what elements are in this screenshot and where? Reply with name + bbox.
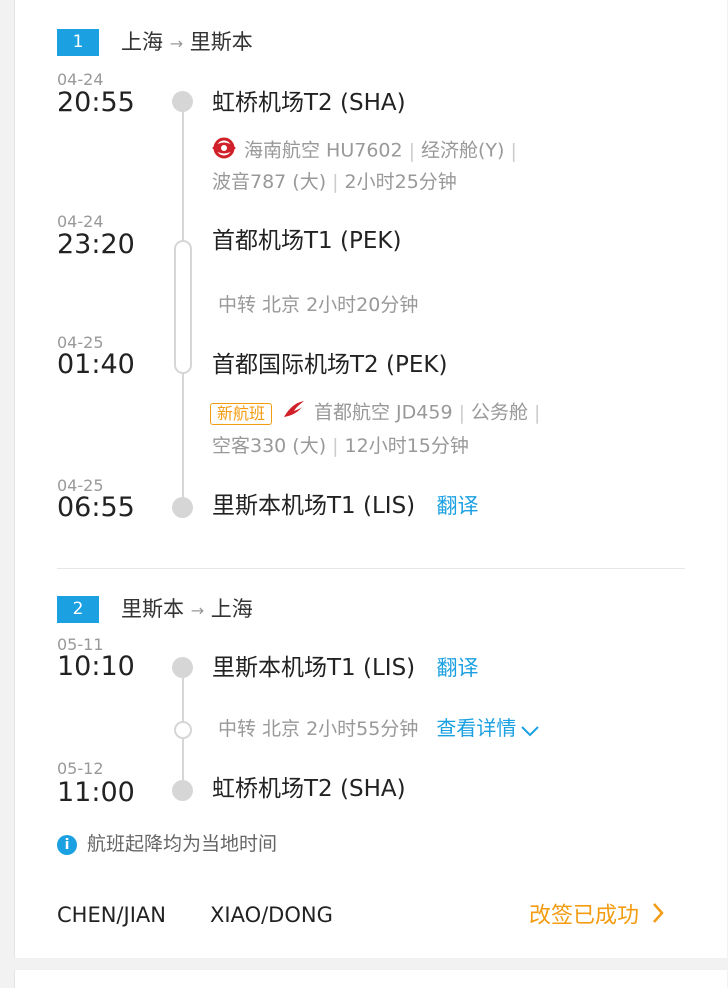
transfer-ring: [174, 721, 192, 739]
hainan-airlines-logo-icon: [210, 137, 238, 165]
transfer-info: 中转 北京 2小时20分钟: [218, 294, 419, 316]
segment-divider: [57, 568, 685, 569]
segment-2-route: 里斯本 → 上海: [121, 596, 253, 624]
local-time-note-text: 航班起降均为当地时间: [87, 833, 278, 855]
transfer-text: 中转 北京 2小时55分钟: [218, 718, 419, 740]
segment-1-route: 上海 → 里斯本: [121, 29, 253, 57]
change-status-label: 改签已成功: [529, 903, 640, 929]
arrival-time: 11:00: [57, 777, 135, 808]
next-card-edge: [14, 970, 727, 988]
segment-2-badge: 2: [57, 596, 99, 623]
route-to: 上海: [210, 597, 253, 621]
arrival-airport-name: 里斯本机场T1 (LIS): [212, 493, 416, 519]
departure-time: 10:10: [57, 651, 135, 682]
segment-1-badge: 1: [57, 29, 99, 56]
change-status-link[interactable]: 改签已成功: [529, 902, 665, 931]
flight-1-airline: 海南航空 HU7602: [244, 139, 403, 162]
view-details-label: 查看详情: [436, 716, 517, 740]
arrival-airport: 里斯本机场T1 (LIS) 翻译: [212, 491, 478, 521]
flight-1-info: 海南航空 HU7602 | 经济舱(Y) |: [210, 137, 523, 165]
departure-airport-name: 里斯本机场T1 (LIS): [212, 655, 416, 681]
route-arrow: →: [169, 34, 184, 53]
transfer-info: 中转 北京 2小时55分钟 查看详情: [218, 716, 540, 742]
timeline-dot: [172, 497, 193, 518]
chevron-right-icon: [651, 902, 665, 931]
arrival-date: 05-12: [57, 759, 104, 778]
timeline-dot: [172, 657, 193, 678]
local-time-note: i 航班起降均为当地时间: [57, 832, 277, 856]
flight-1-duration: 2小时25分钟: [344, 171, 457, 193]
info-icon: i: [57, 834, 77, 855]
departure-time: 20:55: [57, 87, 135, 118]
passenger-name: CHEN/JIAN: [57, 903, 166, 927]
timeline-dot: [172, 91, 193, 112]
flight-2-aircraft: 空客330 (大): [212, 435, 327, 457]
timeline-dot: [172, 780, 193, 801]
flight-2-duration: 12小时15分钟: [344, 435, 469, 457]
route-from: 上海: [121, 30, 163, 54]
itinerary-card: 1 上海 → 里斯本 04-24 20:55 虹桥机场T2 (SHA) 海南航空…: [14, 0, 727, 958]
translate-link[interactable]: 翻译: [436, 494, 478, 518]
arrival-time: 06:55: [57, 492, 135, 523]
capital-airlines-logo-icon: [282, 399, 306, 427]
route-from: 里斯本: [121, 597, 184, 621]
flight-2-airline: 首都航空 JD459: [314, 401, 453, 424]
flight-2-cabin: 公务舱: [470, 401, 528, 424]
departure-airport: 虹桥机场T2 (SHA): [212, 90, 406, 116]
chevron-down-icon: [520, 718, 540, 742]
arrival-time: 23:20: [57, 229, 135, 260]
view-details-link[interactable]: 查看详情: [436, 716, 540, 740]
passenger-name: XIAO/DONG: [210, 903, 333, 927]
new-flight-tag: 新航班: [210, 402, 273, 425]
flight-1-aircraft: 波音787 (大): [212, 171, 327, 193]
arrival-airport: 虹桥机场T2 (SHA): [212, 776, 406, 802]
transfer-arrival-airport: 首都机场T1 (PEK): [212, 228, 402, 254]
flight-2-info: 新航班 首都航空 JD459 | 公务舱 |: [210, 399, 546, 427]
flight-1-cabin: 经济舱(Y): [421, 139, 505, 162]
translate-link[interactable]: 翻译: [436, 656, 478, 680]
departure-airport: 里斯本机场T1 (LIS) 翻译: [212, 653, 478, 683]
route-to: 里斯本: [189, 30, 253, 54]
departure-time: 01:40: [57, 349, 135, 380]
route-arrow: →: [190, 601, 205, 620]
flight-2-aircraft-row: 空客330 (大) | 12小时15分钟: [212, 435, 469, 457]
transfer-departure-airport: 首都国际机场T2 (PEK): [212, 352, 448, 378]
transfer-capsule: [174, 240, 192, 374]
flight-1-aircraft-row: 波音787 (大) | 2小时25分钟: [212, 171, 457, 193]
